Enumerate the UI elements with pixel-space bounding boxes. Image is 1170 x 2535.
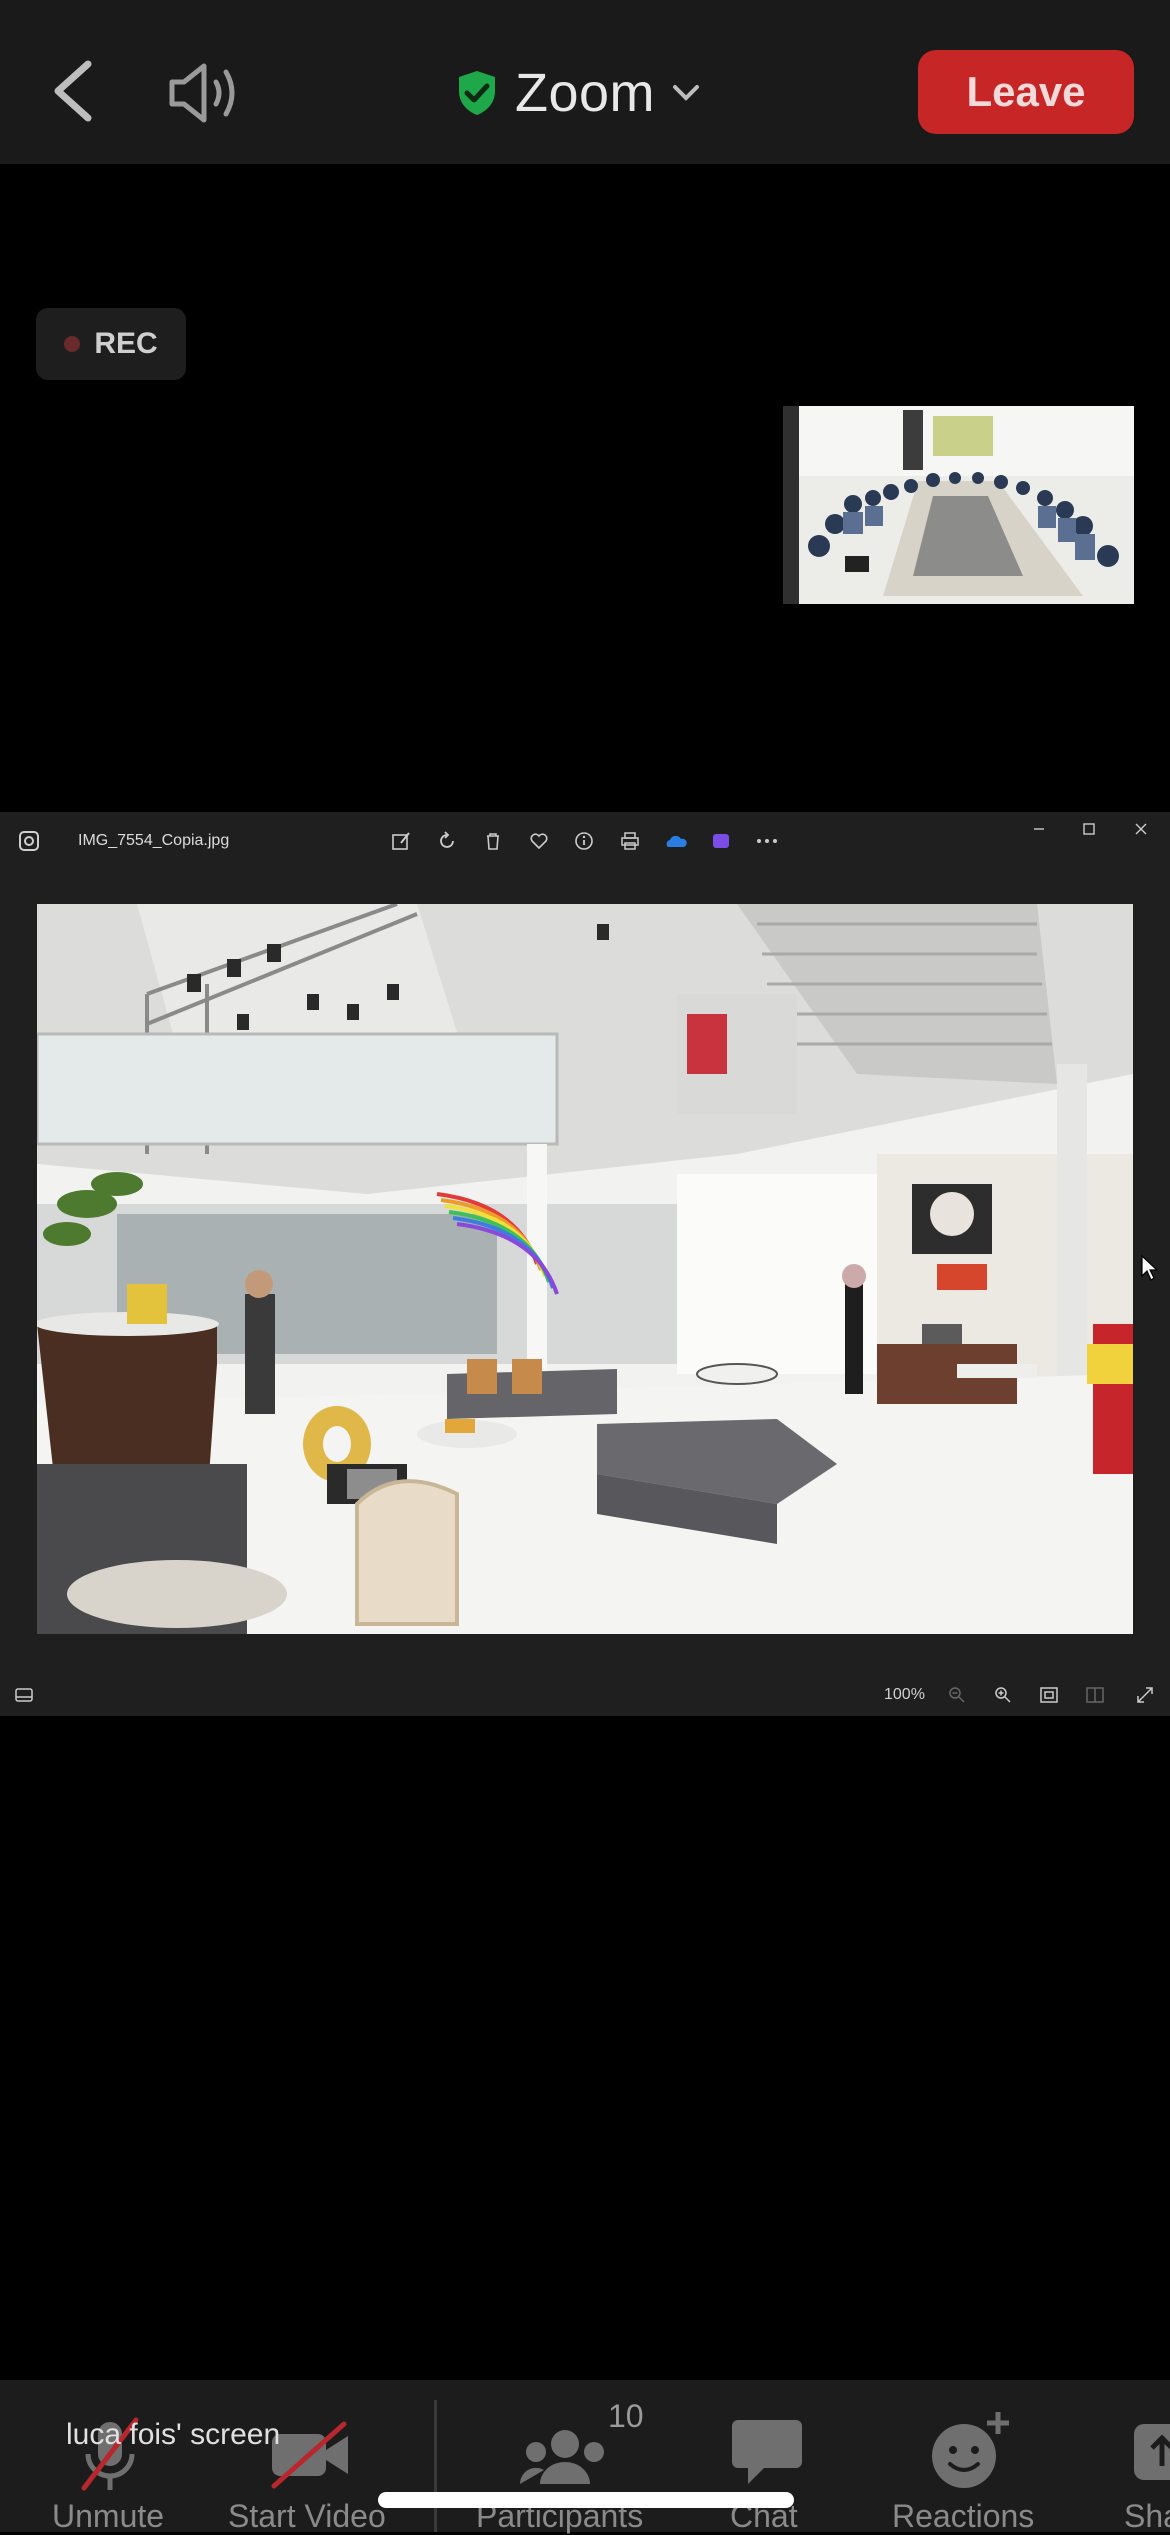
remote-cursor-icon [1141, 1254, 1159, 1281]
meeting-top-bar: Zoom Leave [0, 0, 1170, 164]
favorite-icon[interactable] [526, 828, 552, 854]
delete-icon[interactable] [480, 828, 506, 854]
chevron-left-icon [54, 60, 92, 122]
edit-icon[interactable] [388, 828, 414, 854]
viewer-status-bar: 100% [0, 1674, 1170, 1716]
meeting-title: Zoom [515, 63, 656, 123]
rotate-icon[interactable] [434, 828, 460, 854]
participants-icon [520, 2430, 604, 2484]
photos-app-icon [19, 831, 39, 851]
viewer-filename: IMG_7554_Copia.jpg [78, 832, 230, 849]
chat-button[interactable]: Chat [710, 2380, 820, 2534]
recording-dot-icon [64, 336, 81, 352]
screen-share-owner-label: luca fois' screen [66, 2418, 281, 2451]
unmute-label: Unmute [52, 2498, 165, 2534]
zoom-out-icon[interactable] [948, 1686, 966, 1704]
reactions-label: Reactions [892, 2498, 1035, 2534]
share-screen-icon [1134, 2424, 1170, 2480]
meeting-room-video [783, 406, 1134, 604]
zoom-level: 100% [884, 1686, 925, 1703]
share-label: Sha [1124, 2498, 1170, 2532]
onedrive-icon[interactable] [663, 828, 689, 854]
leave-button[interactable]: Leave [918, 50, 1134, 134]
actual-size-icon[interactable] [1085, 1686, 1105, 1704]
recording-badge: REC [36, 308, 186, 380]
clipchamp-icon[interactable] [708, 828, 734, 854]
print-icon[interactable] [617, 828, 643, 854]
start-video-label: Start Video [228, 2498, 386, 2534]
meeting-bottom-toolbar: Unmute Start Video 10 Participants Chat [0, 2380, 1170, 2534]
zoom-in-icon[interactable] [994, 1686, 1012, 1704]
reactions-button[interactable]: Reactions [880, 2380, 1060, 2534]
meeting-title-dropdown[interactable]: Zoom [455, 58, 701, 128]
shield-check-icon [459, 71, 495, 115]
home-indicator[interactable] [378, 2492, 794, 2508]
maximize-icon[interactable] [1076, 816, 1102, 842]
more-icon[interactable] [754, 828, 780, 854]
chevron-down-icon [673, 85, 700, 101]
fullscreen-icon[interactable] [1136, 1686, 1154, 1704]
close-icon[interactable] [1128, 816, 1154, 842]
participants-button[interactable]: 10 Participants [470, 2380, 660, 2534]
back-button[interactable] [44, 56, 104, 126]
viewer-titlebar: IMG_7554_Copia.jpg [0, 812, 1170, 872]
start-video-button[interactable]: Start Video [220, 2380, 400, 2534]
participants-count: 10 [608, 2398, 644, 2434]
video-camera-muted-icon [271, 2421, 348, 2489]
shared-photo-viewer-window: IMG_7554_Copia.jpg 100% [0, 812, 1170, 1716]
fit-to-window-icon[interactable] [1039, 1686, 1059, 1704]
info-icon[interactable] [571, 828, 597, 854]
reaction-smiley-icon [932, 2412, 1009, 2488]
unmute-button[interactable]: Unmute [40, 2380, 180, 2534]
share-button[interactable]: Sha [1120, 2380, 1170, 2532]
toolbar-divider [434, 2400, 437, 2532]
minimize-icon[interactable] [1026, 816, 1052, 842]
showroom-scene [37, 904, 1133, 1634]
chat-bubble-icon [732, 2420, 802, 2484]
filmstrip-icon[interactable] [14, 1686, 34, 1704]
speaker-icon [169, 63, 235, 123]
speaker-button[interactable] [166, 58, 246, 128]
participant-video-thumbnail[interactable] [783, 406, 1134, 604]
showroom-photo [37, 904, 1133, 1634]
recording-label: REC [94, 327, 158, 360]
